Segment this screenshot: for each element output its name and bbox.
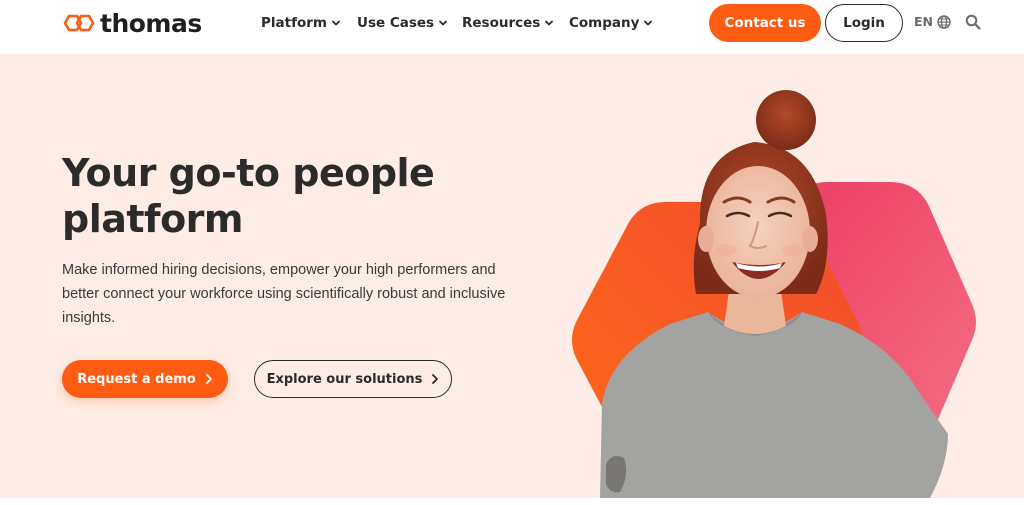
chevron-right-icon [205,374,212,384]
nav-label: Company [569,15,640,31]
hero-image [572,90,976,498]
button-label: Explore our solutions [266,371,423,387]
site-header: thomas Platform Use Cases Resources Comp… [0,0,1024,54]
nav-resources[interactable]: Resources [462,14,569,32]
hero-title: Your go-to people platform [62,151,435,241]
hair-bun-shape [756,90,816,150]
logo-hexagons-icon [63,14,95,32]
chevron-down-icon [545,20,554,26]
chevron-down-icon [439,20,448,26]
globe-icon [937,14,951,29]
nav-company[interactable]: Company [569,14,653,32]
thomas-logo[interactable]: thomas [62,8,202,38]
chevron-down-icon [332,20,340,26]
button-label: Request a demo [77,371,196,387]
request-demo-button[interactable]: Request a demo [62,360,228,398]
main-nav: Platform Use Cases Resources Company [261,14,653,32]
nav-label: Platform [261,15,327,31]
language-selector[interactable]: EN [914,14,951,29]
page-divider [0,498,1024,505]
chevron-down-icon [644,20,653,26]
language-code: EN [914,14,934,29]
login-button[interactable]: Login [825,4,903,42]
hero-section: Your go-to people platform Make informed… [0,54,1024,498]
logo-text: thomas [100,8,202,38]
nav-platform[interactable]: Platform [261,14,357,32]
contact-us-button[interactable]: Contact us [709,4,821,42]
chevron-right-icon [432,374,439,384]
nav-label: Resources [462,15,541,31]
nav-label: Use Cases [357,15,435,31]
nav-use-cases[interactable]: Use Cases [357,14,462,32]
hero-subtitle: Make informed hiring decisions, empower … [62,262,506,326]
explore-solutions-button[interactable]: Explore our solutions [254,360,452,398]
search-button[interactable] [965,14,981,35]
search-icon [965,14,981,30]
